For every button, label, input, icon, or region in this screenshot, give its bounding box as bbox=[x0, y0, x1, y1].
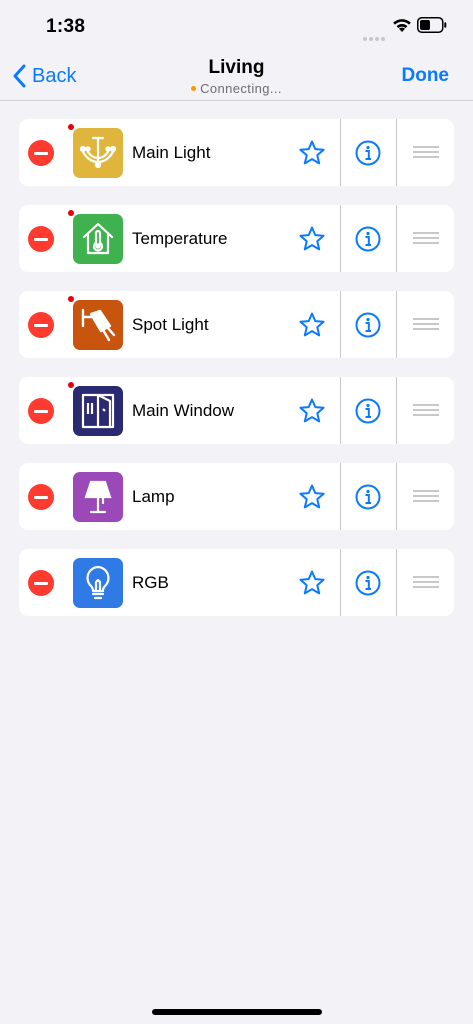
star-icon[interactable] bbox=[298, 225, 326, 253]
list-item: Temperature bbox=[19, 205, 454, 272]
info-icon[interactable] bbox=[355, 140, 381, 166]
chandelier-icon bbox=[73, 128, 123, 178]
divider bbox=[340, 205, 341, 272]
divider bbox=[396, 291, 397, 358]
delete-button[interactable] bbox=[28, 570, 54, 596]
connecting-dot-icon bbox=[191, 86, 197, 91]
info-icon[interactable] bbox=[355, 398, 381, 424]
list-item: Main Light bbox=[19, 119, 454, 186]
drag-handle-icon[interactable] bbox=[413, 146, 439, 160]
divider bbox=[396, 119, 397, 186]
lightbulb-icon bbox=[73, 558, 123, 608]
drag-handle-icon[interactable] bbox=[413, 318, 439, 332]
drag-handle-icon[interactable] bbox=[413, 490, 439, 504]
connection-status-text: Connecting... bbox=[200, 81, 282, 96]
list-item: Main Window bbox=[19, 377, 454, 444]
divider bbox=[396, 205, 397, 272]
unread-dot bbox=[68, 124, 74, 130]
unread-dot bbox=[68, 382, 74, 388]
drag-handle-icon[interactable] bbox=[413, 576, 439, 590]
delete-button[interactable] bbox=[28, 140, 54, 166]
drag-handle-icon[interactable] bbox=[413, 404, 439, 418]
info-icon[interactable] bbox=[355, 312, 381, 338]
divider bbox=[340, 549, 341, 616]
delete-button[interactable] bbox=[28, 312, 54, 338]
home-indicator[interactable] bbox=[152, 1009, 322, 1015]
cellular-signal-icon bbox=[363, 28, 387, 46]
delete-button[interactable] bbox=[28, 398, 54, 424]
info-icon[interactable] bbox=[355, 226, 381, 252]
star-icon[interactable] bbox=[298, 139, 326, 167]
device-name: Temperature bbox=[132, 229, 228, 248]
drag-handle-icon[interactable] bbox=[413, 232, 439, 246]
spotlight-icon bbox=[73, 300, 123, 350]
star-icon[interactable] bbox=[298, 311, 326, 339]
list-item: RGB bbox=[19, 549, 454, 616]
nav-bar: Back Living Connecting... Done bbox=[0, 50, 473, 101]
divider bbox=[396, 377, 397, 444]
device-name: Lamp bbox=[132, 487, 175, 506]
star-icon[interactable] bbox=[298, 483, 326, 511]
device-name: RGB bbox=[132, 573, 169, 592]
info-icon[interactable] bbox=[355, 484, 381, 510]
done-button[interactable]: Done bbox=[402, 65, 450, 87]
star-icon[interactable] bbox=[298, 397, 326, 425]
device-list: Main Light Temperature Spot Light Main W… bbox=[19, 119, 454, 635]
device-name: Main Light bbox=[132, 143, 211, 162]
star-icon[interactable] bbox=[298, 569, 326, 597]
wifi-icon bbox=[393, 19, 411, 32]
device-name: Main Window bbox=[132, 401, 235, 420]
status-bar: 1:38 bbox=[0, 0, 473, 50]
unread-dot bbox=[68, 296, 74, 302]
delete-button[interactable] bbox=[28, 484, 54, 510]
battery-icon bbox=[417, 17, 447, 33]
status-time: 1:38 bbox=[46, 16, 86, 37]
divider bbox=[340, 119, 341, 186]
list-item: Lamp bbox=[19, 463, 454, 530]
unread-dot bbox=[68, 210, 74, 216]
divider bbox=[396, 463, 397, 530]
divider bbox=[340, 291, 341, 358]
divider bbox=[396, 549, 397, 616]
divider bbox=[340, 377, 341, 444]
window-icon bbox=[73, 386, 123, 436]
device-name: Spot Light bbox=[132, 315, 209, 334]
info-icon[interactable] bbox=[355, 570, 381, 596]
lamp-icon bbox=[73, 472, 123, 522]
divider bbox=[340, 463, 341, 530]
thermometer-house-icon bbox=[73, 214, 123, 264]
delete-button[interactable] bbox=[28, 226, 54, 252]
list-item: Spot Light bbox=[19, 291, 454, 358]
